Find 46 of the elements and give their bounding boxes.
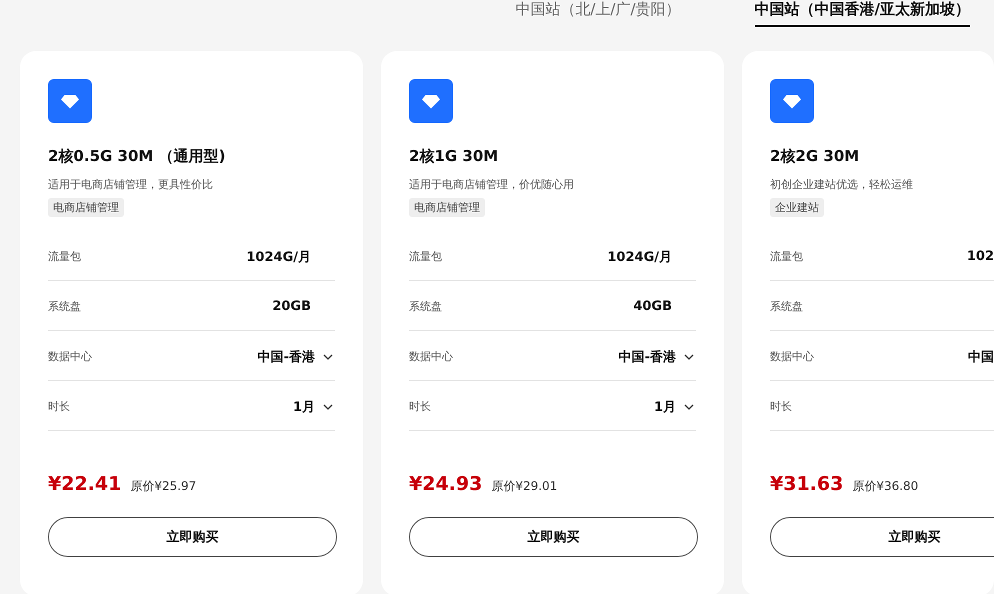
plan-tag: 企业建站: [770, 198, 824, 217]
spec-label: 流量包: [770, 249, 804, 264]
chevron-down-icon[interactable]: [323, 354, 333, 360]
price: ¥22.41: [48, 473, 122, 495]
price: ¥24.93: [409, 473, 482, 495]
plan-tag: 电商店铺管理: [409, 198, 485, 217]
spec-label: 时长: [409, 399, 432, 414]
spec-value: 102: [966, 249, 994, 264]
plan-title: 2核2G 30M: [770, 146, 860, 167]
spec-label: 时长: [48, 399, 71, 414]
spec-label: 数据中心: [409, 349, 454, 364]
plan-title: 2核1G 30M: [409, 146, 498, 167]
plan-tag: 电商店铺管理: [48, 198, 124, 217]
spec-label: 时长: [770, 399, 793, 414]
spec-label: 系统盘: [770, 299, 804, 314]
spec-label: 流量包: [409, 249, 443, 264]
original-price: 原价¥29.01: [491, 478, 558, 495]
buy-button[interactable]: 立即购买: [409, 517, 698, 557]
plan-description: 适用于电商店铺管理，更具性价比: [48, 177, 213, 193]
spec-label: 系统盘: [409, 299, 443, 314]
price: ¥31.63: [770, 473, 844, 495]
region-tab[interactable]: 中国站（北/上/广/贵阳）: [515, 0, 681, 27]
buy-button[interactable]: 立即购买: [770, 517, 994, 557]
region-tab[interactable]: 中国站（中国香港/亚太新加坡）: [754, 0, 970, 27]
chevron-down-icon[interactable]: [323, 404, 333, 410]
spec-dropdown[interactable]: 中国-香港: [258, 348, 315, 366]
plan-description: 适用于电商店铺管理，价优随心用: [409, 177, 574, 193]
original-price: 原价¥25.97: [130, 478, 196, 495]
plan-title: 2核0.5G 30M （通用型): [48, 146, 226, 167]
spec-dropdown[interactable]: 1月: [654, 398, 676, 416]
spec-value: 40GB: [633, 299, 672, 314]
spec-dropdown[interactable]: 中国-香港: [618, 348, 676, 366]
spec-dropdown[interactable]: 1月: [292, 398, 315, 416]
spec-label: 系统盘: [48, 299, 82, 314]
spec-value: 20GB: [272, 299, 311, 314]
spec-label: 数据中心: [770, 349, 815, 364]
spec-value: 中国: [968, 348, 994, 366]
buy-button[interactable]: 立即购买: [48, 517, 337, 557]
spec-label: 流量包: [48, 249, 82, 264]
spec-value: 1024G/月: [246, 248, 311, 266]
chevron-down-icon[interactable]: [684, 354, 694, 360]
plan-description: 初创企业建站优选，轻松运维: [770, 177, 913, 193]
spec-value: 1024G/月: [607, 248, 672, 266]
spec-label: 数据中心: [48, 349, 93, 364]
original-price: 原价¥36.80: [852, 478, 918, 495]
chevron-down-icon[interactable]: [684, 404, 694, 410]
